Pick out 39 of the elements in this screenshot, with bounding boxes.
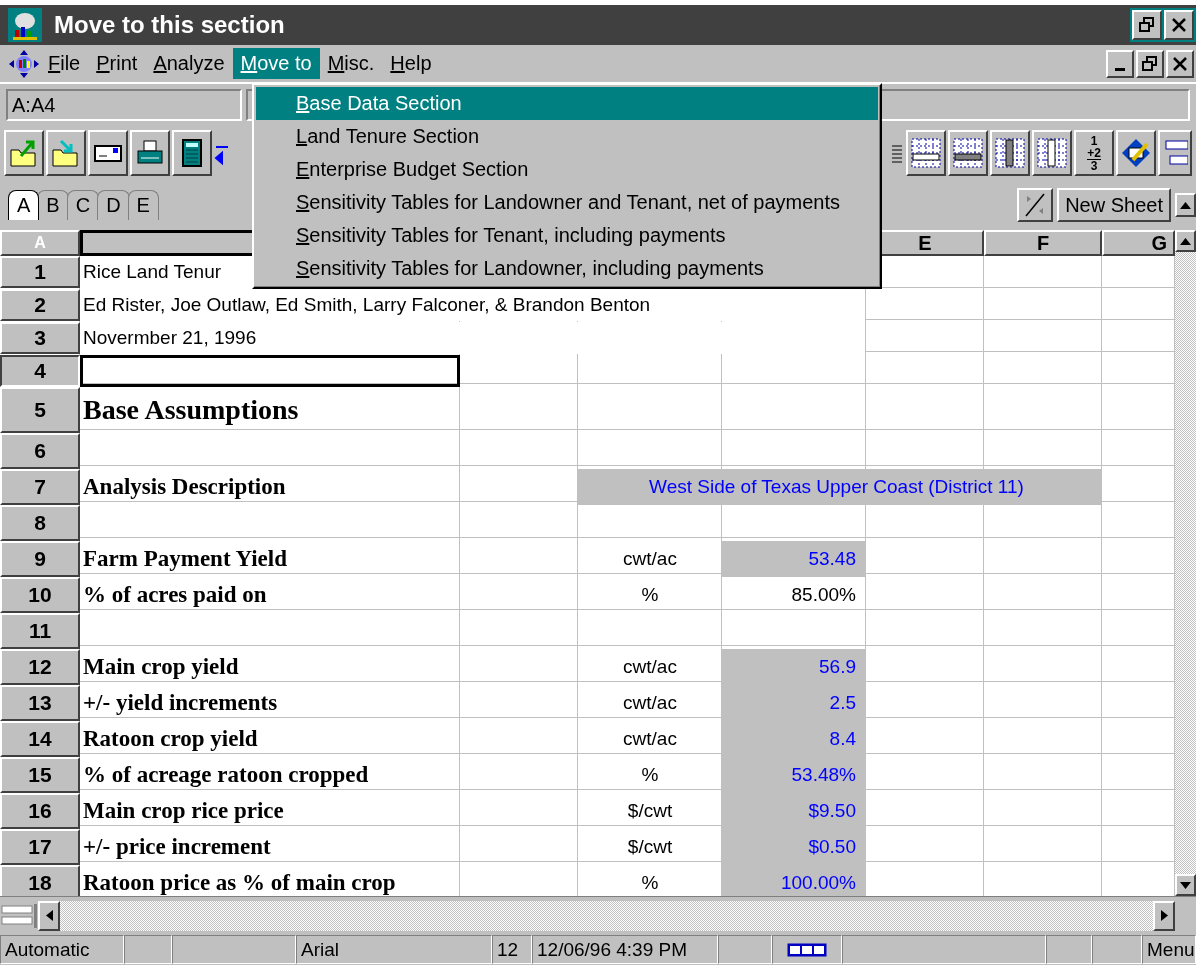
table-cell: Ed Rister, Joe Outlaw, Ed Smith, Larry Falconer, & Brandon Benton: [80, 289, 865, 321]
table-cell-text: $/cwt: [626, 799, 674, 823]
table-cell-text: % of acreage ratoon cropped: [82, 761, 370, 789]
table-cell-text: Main crop rice price: [82, 797, 285, 825]
table-cell-text: 85.00%: [790, 583, 857, 607]
table-cell: West Side of Texas Upper Coast (District 11): [578, 469, 1102, 505]
status-text: 12/06/96 4:39 PM: [532, 935, 718, 964]
table-cell: 53.48: [722, 541, 866, 577]
table-cell-text: $/cwt: [626, 835, 674, 859]
table-cell: 8.4: [722, 721, 866, 757]
status-text: 12: [492, 935, 532, 964]
table-cell: 2.5: [722, 685, 866, 721]
table-cell-text: %: [640, 871, 660, 895]
table-cell-text: cwt/ac: [622, 727, 678, 751]
status-text: Arial: [296, 935, 492, 964]
table-cell-text: cwt/ac: [622, 547, 678, 571]
table-cell-text: Base Assumptions: [82, 393, 300, 427]
table-cell: Novermber 21, 1996: [80, 322, 865, 354]
table-cell: 53.48%: [722, 757, 866, 793]
table-cell-text: %: [640, 583, 660, 607]
table-cell-text: %: [640, 763, 660, 787]
table-cell-text: cwt/ac: [622, 655, 678, 679]
table-cell-text: +/- yield increments: [82, 689, 279, 717]
table-cell: 100.00%: [722, 865, 866, 896]
table-cell: $0.50: [722, 829, 866, 865]
table-cell-text: cwt/ac: [622, 691, 678, 715]
table-cell: 56.9: [722, 649, 866, 685]
window-title: Move to this section: [54, 11, 286, 39]
table-cell-text: Main crop yield: [82, 653, 240, 681]
table-cell-text: Ratoon crop yield: [82, 725, 259, 753]
table-cell: $9.50: [722, 793, 866, 829]
table-cell-text: Analysis Description: [82, 473, 287, 501]
status-text: Menu: [1142, 935, 1196, 964]
sheet-letter: A: [0, 230, 80, 256]
table-cell-text: % of acres paid on: [82, 581, 268, 609]
table-cell-text: +/- price increment: [82, 833, 272, 861]
table-cell-text: Ratoon price as % of main crop: [82, 869, 397, 896]
table-cell-text: Farm Payment Yield: [82, 545, 288, 573]
status-text: Automatic: [0, 935, 124, 964]
